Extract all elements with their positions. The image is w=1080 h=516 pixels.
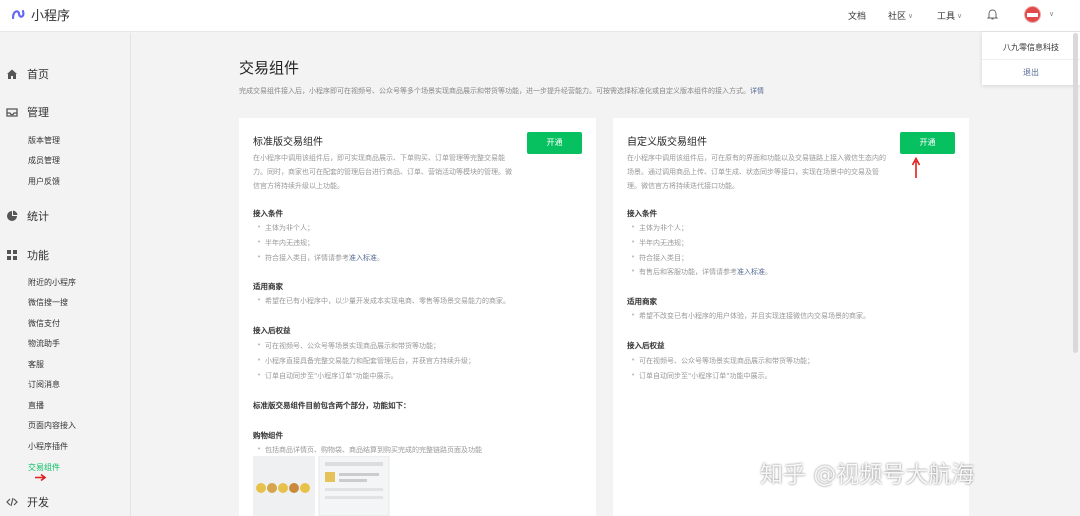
custom-rights-title: 接入后权益 <box>627 341 665 350</box>
sidebar: 首页 管理 版本管理 成员管理 用户反馈 统计 功能 附近的小程序 微信搜一搜 … <box>0 33 131 516</box>
org-name: 八九零信息科技 <box>1003 43 1059 52</box>
sidebar-item-features[interactable]: 功能 <box>6 247 49 263</box>
list-item: 包括商品详情页、购物袋、商品结算到购买完成的完整链路页面及功能 <box>257 445 482 455</box>
custom-cond-title: 接入条件 <box>627 209 657 218</box>
sidebar-item-stats[interactable]: 统计 <box>6 208 49 224</box>
grid-icon <box>7 250 17 260</box>
standard-card-title: 标准版交易组件 <box>253 137 323 148</box>
standard-rights-title: 接入后权益 <box>253 326 291 335</box>
custom-card-title: 自定义版交易组件 <box>627 137 707 148</box>
logo[interactable]: 小程序 <box>9 5 70 24</box>
custom-merchant-title: 适用商家 <box>627 297 657 306</box>
standard-card-desc: 在小程序中调用该组件后，即可实现商品展示、下单购买、订单管理等完整交易能力。同时… <box>253 154 512 190</box>
sidebar-item-label: 统计 <box>27 210 49 223</box>
sidebar-item-search[interactable]: 微信搜一搜 <box>28 297 68 308</box>
sidebar-item-page-content[interactable]: 页面内容接入 <box>28 420 76 431</box>
nav-docs-label: 文档 <box>848 12 867 22</box>
list-item: 主体为非个人； <box>631 223 688 233</box>
page-title: 交易组件 <box>239 59 300 77</box>
sidebar-item-label: 管理 <box>27 106 49 119</box>
details-link[interactable]: 详情 <box>750 87 764 95</box>
bell-icon[interactable] <box>986 8 999 21</box>
list-item: 有售后和客服功能，详情请参考准入标准。 <box>631 267 772 277</box>
pie-chart-icon <box>7 210 18 221</box>
nav-docs[interactable]: 文档 <box>848 9 866 22</box>
access-standard-link[interactable]: 准入标准 <box>349 254 377 262</box>
sidebar-item-pay[interactable]: 微信支付 <box>28 318 60 329</box>
list-item: 半年内无违规； <box>257 238 314 248</box>
sidebar-item-feedback[interactable]: 用户反馈 <box>28 176 60 187</box>
nav-community[interactable]: 社区 ∨ <box>888 9 914 23</box>
sidebar-item-home[interactable]: 首页 <box>6 66 49 82</box>
avatar[interactable] <box>1024 6 1041 23</box>
home-icon <box>7 69 17 79</box>
page-description-text: 完成交易组件接入后，小程序即可在视频号、公众号等多个场景实现商品展示和带货等功能… <box>239 87 750 95</box>
scrollbar[interactable] <box>1073 33 1078 353</box>
sidebar-item-label: 开发 <box>27 496 49 509</box>
sidebar-item-label: 功能 <box>27 249 49 262</box>
list-item: 可在视频号、公众号等场景实现商品展示和带货等功能； <box>257 341 440 351</box>
list-item: 希望在已有小程序中，以少量开发成本实现电商、零售等场景交易能力的商家。 <box>257 296 510 306</box>
list-item-text: 符合接入类目，详情请参考 <box>265 254 349 262</box>
chevron-down-icon: ∨ <box>908 11 914 20</box>
standard-cond-title: 接入条件 <box>253 209 283 218</box>
access-standard-link[interactable]: 准入标准 <box>737 268 765 276</box>
sidebar-item-trade-component[interactable]: 交易组件 <box>28 462 60 473</box>
list-item: 可在视频号、公众号等场景实现商品展示和带货等功能； <box>631 356 814 366</box>
cart-component-title: 购物组件 <box>253 431 283 440</box>
standard-parts-title: 标准版交易组件目前包含两个部分，功能如下： <box>253 401 411 410</box>
code-icon <box>6 497 18 507</box>
list-item-text: 。 <box>377 254 384 262</box>
logout-link[interactable]: 退出 <box>982 67 1080 78</box>
sidebar-item-subscribe[interactable]: 订阅消息 <box>28 379 60 390</box>
standard-merchant-title: 适用商家 <box>253 282 283 291</box>
custom-open-button[interactable]: 开通 <box>900 132 955 154</box>
sidebar-item-logistics[interactable]: 物流助手 <box>28 338 60 349</box>
chevron-down-icon[interactable]: ∨ <box>1049 10 1054 18</box>
custom-card-desc: 在小程序中调用该组件后，可在原有的界面和功能以及交易链路上接入微信生态内的场景。… <box>627 154 886 190</box>
sidebar-item-dev[interactable]: 开发 <box>6 494 49 510</box>
chevron-down-icon: ∨ <box>957 11 963 20</box>
inbox-icon <box>6 108 18 117</box>
list-item: 小程序直接具备完整交易能力和配套管理后台，并获官方持续升级； <box>257 356 475 366</box>
list-item: 符合接入类目； <box>631 253 688 263</box>
top-bar: 小程序 文档 社区 ∨ 工具 ∨ ∨ <box>0 0 1080 32</box>
sidebar-item-version[interactable]: 版本管理 <box>28 135 60 146</box>
miniprogram-logo-icon <box>11 9 25 20</box>
sidebar-item-live[interactable]: 直播 <box>28 400 44 411</box>
list-item: 订单自动同步至"小程序订单"功能中展示。 <box>631 371 771 381</box>
list-item: 订单自动同步至"小程序订单"功能中展示。 <box>257 371 397 381</box>
nav-tools[interactable]: 工具 ∨ <box>937 9 963 23</box>
list-item: 主体为非个人； <box>257 223 314 233</box>
divider <box>982 59 1080 60</box>
annotation-arrow-icon <box>35 474 47 481</box>
list-item: 半年内无违规； <box>631 238 688 248</box>
list-item: 希望不改变已有小程序的用户体验，并且实现连接微信内交易场景的商家。 <box>631 311 870 321</box>
sidebar-item-manage[interactable]: 管理 <box>6 104 49 120</box>
app-name: 小程序 <box>31 9 71 24</box>
page-description: 完成交易组件接入后，小程序即可在视频号、公众号等多个场景实现商品展示和带货等功能… <box>239 86 764 96</box>
sidebar-item-nearby[interactable]: 附近的小程序 <box>28 277 76 288</box>
list-item-text: 。 <box>765 268 772 276</box>
sidebar-item-members[interactable]: 成员管理 <box>28 155 60 166</box>
nav-tools-label: 工具 <box>937 12 956 22</box>
sidebar-item-label: 首页 <box>27 68 49 81</box>
annotation-arrow-icon <box>911 157 921 178</box>
standard-open-button[interactable]: 开通 <box>527 132 582 154</box>
sidebar-item-plugins[interactable]: 小程序插件 <box>28 441 68 452</box>
list-item-text: 有售后和客服功能，详情请参考 <box>639 268 737 276</box>
user-dropdown: 八九零信息科技 退出 <box>982 32 1080 85</box>
nav-community-label: 社区 <box>888 12 907 22</box>
sidebar-item-service[interactable]: 客服 <box>28 359 44 370</box>
list-item: 符合接入类目，详情请参考准入标准。 <box>257 253 384 263</box>
component-preview-image <box>253 456 390 516</box>
watermark: 知乎 @视频号大航海 <box>760 462 975 488</box>
